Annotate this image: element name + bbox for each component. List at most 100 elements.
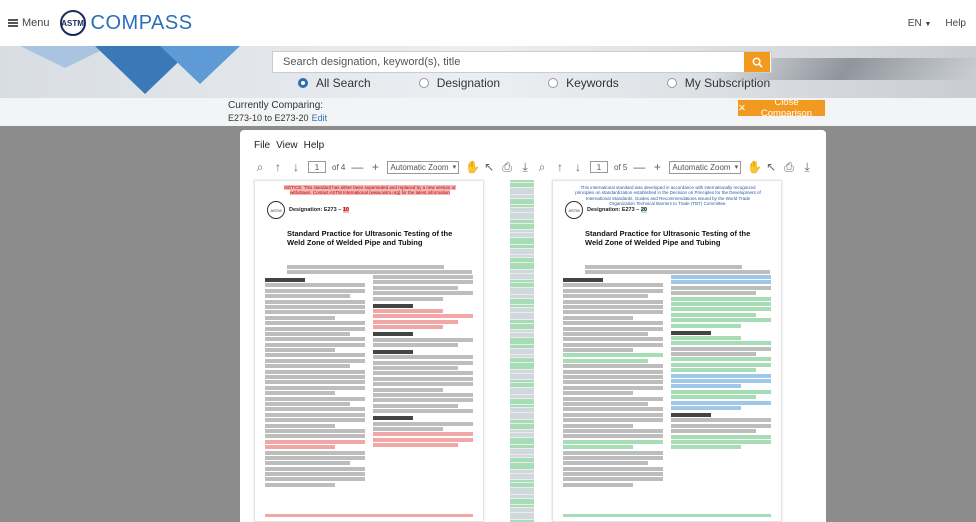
diff-marker: [510, 308, 534, 312]
language-select[interactable]: EN ▼: [908, 18, 932, 29]
diff-marker: [510, 270, 534, 273]
download-icon[interactable]: ⤓: [801, 160, 813, 175]
print-icon[interactable]: ⎙: [783, 160, 795, 175]
diff-marker: [510, 245, 534, 248]
zoom-select[interactable]: Automatic Zoom ▾: [669, 160, 742, 174]
left-toolbar: ⌕ ↑ ↓ 1 of 4 — + Automatic Zoom ▾ ✋ ↖ ⎙ ⤓: [254, 158, 531, 176]
document-page-right[interactable]: This international standard was develope…: [552, 180, 782, 522]
viewer-menu: File View Help: [254, 140, 324, 151]
diff-marker: [510, 445, 534, 448]
diff-overview-strip[interactable]: [510, 180, 534, 522]
menu-file[interactable]: File: [254, 140, 270, 151]
page-number-input[interactable]: 1: [308, 161, 326, 173]
help-link[interactable]: Help: [945, 18, 966, 29]
hand-tool-icon[interactable]: ✋: [465, 160, 480, 174]
arrow-down-icon[interactable]: ↓: [290, 160, 302, 174]
diff-marker: [510, 383, 534, 387]
diff-marker: [510, 205, 534, 207]
search-box: [272, 51, 772, 73]
diff-marker: [510, 288, 534, 294]
cursor-icon[interactable]: ↖: [483, 160, 495, 174]
diff-marker: [510, 233, 534, 237]
diff-marker: [510, 345, 534, 348]
menu-view[interactable]: View: [276, 140, 298, 151]
zoom-out-icon[interactable]: —: [633, 160, 645, 174]
zoom-select[interactable]: Automatic Zoom ▾: [387, 160, 460, 174]
menu-button[interactable]: Menu: [8, 17, 50, 29]
page-number-input[interactable]: 1: [590, 161, 608, 173]
diff-marker: [510, 299, 534, 304]
close-icon: ✕: [738, 102, 746, 114]
radio-my-subscription[interactable]: My Subscription: [666, 76, 770, 90]
document-title: Standard Practice for Ultrasonic Testing…: [287, 229, 453, 248]
diff-marker: [510, 224, 534, 229]
diff-marker: [510, 388, 534, 394]
search-input[interactable]: [273, 52, 744, 72]
logo-text: COMPASS: [90, 11, 193, 34]
diff-marker: [510, 355, 534, 357]
diff-marker: [510, 420, 534, 423]
diff-marker: [510, 338, 534, 344]
zoom-in-icon[interactable]: +: [651, 160, 663, 174]
diff-marker: [510, 424, 534, 429]
page-notice: This international standard was develope…: [575, 185, 761, 207]
diff-marker: [510, 363, 534, 369]
diff-marker: [510, 324, 534, 329]
search-icon[interactable]: ⌕: [254, 160, 266, 175]
print-icon[interactable]: ⎙: [501, 160, 513, 175]
page-total: of 5: [614, 162, 628, 172]
diff-marker: [510, 313, 534, 319]
comparing-value: E273-10 to E273-20 Edit: [228, 113, 328, 123]
diff-marker: [510, 408, 534, 412]
arrow-down-icon[interactable]: ↓: [572, 160, 584, 174]
diff-marker: [510, 274, 534, 279]
diff-marker: [510, 349, 534, 354]
download-icon[interactable]: ⤓: [519, 160, 531, 175]
hand-tool-icon[interactable]: ✋: [747, 160, 762, 174]
diff-marker: [510, 330, 534, 332]
radio-designation[interactable]: Designation: [418, 76, 500, 90]
diff-marker: [510, 505, 534, 507]
diff-marker: [510, 405, 534, 407]
radio-all-search[interactable]: All Search: [298, 76, 371, 90]
diff-marker: [510, 463, 534, 469]
diff-marker: [510, 188, 534, 194]
arrow-up-icon[interactable]: ↑: [554, 160, 566, 174]
text-column: [671, 275, 771, 451]
diff-marker: [510, 263, 534, 269]
zoom-in-icon[interactable]: +: [369, 160, 381, 174]
radio-keywords[interactable]: Keywords: [548, 76, 619, 90]
page-footer: [265, 514, 473, 517]
diff-marker: [510, 458, 534, 462]
logo[interactable]: ASTM COMPASS: [59, 10, 193, 36]
page-total: of 4: [332, 162, 346, 172]
document-page-left[interactable]: NOTICE: This standard has either been su…: [254, 180, 484, 522]
search-scope: All Search Designation Keywords My Subsc…: [298, 76, 770, 90]
radio-icon: [666, 78, 677, 88]
diff-marker: [510, 280, 534, 282]
diff-marker: [510, 180, 534, 182]
caret-down-icon: ▼: [924, 20, 932, 28]
diff-marker: [510, 488, 534, 494]
search-icon: [752, 57, 763, 68]
arrow-up-icon[interactable]: ↑: [272, 160, 284, 174]
diff-marker: [510, 474, 534, 479]
zoom-out-icon[interactable]: —: [351, 160, 363, 174]
diff-marker: [510, 333, 534, 337]
search-button[interactable]: [744, 52, 770, 72]
menu-help[interactable]: Help: [304, 140, 325, 151]
pdf-compare-viewer: File View Help ⌕ ↑ ↓ 1 of 4 — + Automati…: [240, 130, 826, 522]
diff-marker: [510, 433, 534, 437]
diff-marker: [510, 483, 534, 487]
diff-marker: [510, 183, 534, 187]
diff-marker: [510, 213, 534, 219]
close-comparison-button[interactable]: ✕ Close Comparison: [738, 97, 825, 119]
cursor-icon[interactable]: ↖: [765, 160, 777, 174]
diff-marker: [510, 195, 534, 198]
edit-link[interactable]: Edit: [312, 113, 328, 123]
diff-marker: [510, 230, 534, 232]
search-icon[interactable]: ⌕: [536, 160, 548, 175]
diff-marker: [510, 430, 534, 432]
diff-marker: [510, 513, 534, 519]
top-bar: Menu ASTM COMPASS EN ▼ Help: [0, 0, 976, 46]
